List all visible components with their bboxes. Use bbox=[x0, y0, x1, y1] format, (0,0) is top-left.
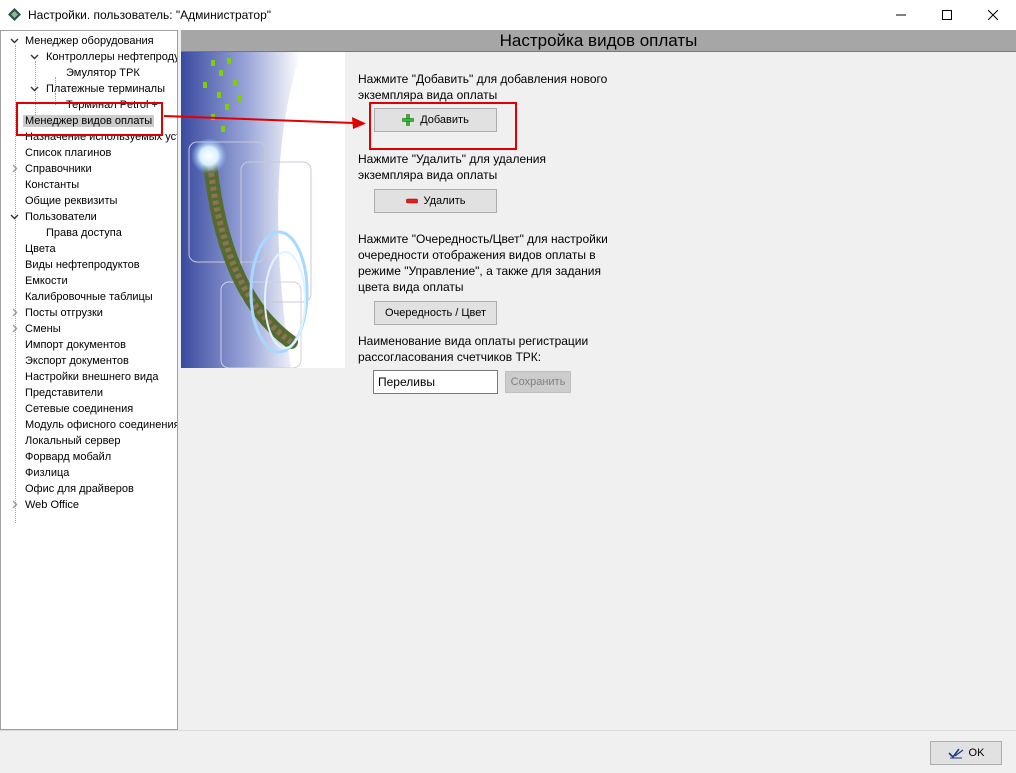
tree-item-fuel-types[interactable]: Виды нефтепродуктов bbox=[1, 257, 142, 273]
tree-item-local-server[interactable]: Локальный сервер bbox=[1, 433, 123, 449]
tree-item-fuel-controllers[interactable]: Контроллеры нефтепродуктов bbox=[1, 49, 177, 65]
orbit-illustration-icon bbox=[181, 52, 345, 368]
tree-item-shifts[interactable]: Смены bbox=[1, 321, 63, 337]
tree-item-device-assignment[interactable]: Назначение используемых устройств bbox=[1, 129, 177, 145]
tree-item-network-connections[interactable]: Сетевые соединения bbox=[1, 401, 135, 417]
tree-item-users[interactable]: Пользователи bbox=[1, 209, 99, 225]
tree-item-plugins[interactable]: Список плагинов bbox=[1, 145, 113, 161]
chevron-right-icon bbox=[12, 164, 18, 173]
tree-item-driver-office[interactable]: Офис для драйверов bbox=[1, 481, 136, 497]
tree-item-representatives[interactable]: Представители bbox=[1, 385, 105, 401]
window-title: Настройки. пользователь: "Администратор" bbox=[28, 8, 272, 22]
tree-item-terminal-petrol[interactable]: Терминал Petrol + bbox=[1, 97, 160, 113]
tree-item-equipment-manager[interactable]: Менеджер оборудования bbox=[1, 33, 156, 49]
tree-item-loading-posts[interactable]: Посты отгрузки bbox=[1, 305, 105, 321]
tree-item-payment-terminals[interactable]: Платежные терминалы bbox=[1, 81, 167, 97]
tree-item-office-connection-module[interactable]: Модуль офисного соединения bbox=[1, 417, 177, 433]
panel-title: Настройка видов оплаты bbox=[181, 30, 1016, 52]
decorative-illustration bbox=[181, 52, 345, 368]
save-button[interactable]: Сохранить bbox=[505, 371, 571, 393]
chevron-down-icon bbox=[30, 54, 39, 60]
tree-item-trk-emulator[interactable]: Эмулятор ТРК bbox=[1, 65, 142, 81]
tree-item-export-documents[interactable]: Экспорт документов bbox=[1, 353, 131, 369]
payment-name-input[interactable] bbox=[373, 370, 498, 394]
tree-item-web-office[interactable]: Web Office bbox=[1, 497, 81, 513]
maximize-icon bbox=[942, 10, 952, 20]
chevron-down-icon bbox=[10, 214, 19, 220]
name-description: Наименование вида оплаты регистрации рас… bbox=[358, 334, 589, 364]
tree-item-common-attributes[interactable]: Общие реквизиты bbox=[1, 193, 119, 209]
close-button[interactable] bbox=[970, 0, 1016, 30]
add-button[interactable]: Добавить bbox=[374, 108, 497, 132]
tree-item-colors[interactable]: Цвета bbox=[1, 241, 58, 257]
chevron-down-icon bbox=[30, 86, 39, 92]
minus-icon bbox=[405, 198, 418, 204]
tree-item-constants[interactable]: Константы bbox=[1, 177, 81, 193]
delete-button-label: Удалить bbox=[423, 195, 466, 207]
tree-item-import-documents[interactable]: Импорт документов bbox=[1, 337, 128, 353]
delete-description: Нажмите "Удалить" для удаления экземпляр… bbox=[358, 152, 546, 182]
tree-item-references[interactable]: Справочники bbox=[1, 161, 94, 177]
tree-item-forward-mobile[interactable]: Форвард мобайл bbox=[1, 449, 113, 465]
tree-item-tanks[interactable]: Емкости bbox=[1, 273, 70, 289]
ok-button-label: OK bbox=[968, 747, 985, 759]
delete-button[interactable]: Удалить bbox=[374, 189, 497, 213]
chevron-right-icon bbox=[12, 500, 18, 509]
add-button-label: Добавить bbox=[420, 114, 469, 126]
tree-item-calibration-tables[interactable]: Калибровочные таблицы bbox=[1, 289, 155, 305]
bottom-bar: OK bbox=[0, 730, 1016, 773]
tree-item-payment-types-manager[interactable]: Менеджер видов оплаты bbox=[1, 113, 155, 129]
plus-icon bbox=[402, 114, 414, 126]
settings-tree[interactable]: Менеджер оборудования Контроллеры нефтеп… bbox=[0, 30, 178, 730]
tree-item-individuals[interactable]: Физлица bbox=[1, 465, 71, 481]
app-diamond-icon bbox=[8, 8, 21, 21]
ok-button[interactable]: OK bbox=[930, 741, 1002, 765]
chevron-right-icon bbox=[12, 308, 18, 317]
save-button-label: Сохранить bbox=[510, 376, 566, 388]
minimize-icon bbox=[896, 14, 906, 16]
title-bar: Настройки. пользователь: "Администратор" bbox=[0, 0, 1016, 30]
order-description: Нажмите "Очередность/Цвет" для настройки… bbox=[358, 232, 608, 294]
check-pen-icon bbox=[947, 748, 963, 759]
tree-item-access-rights[interactable]: Права доступа bbox=[1, 225, 124, 241]
chevron-down-icon bbox=[10, 38, 19, 44]
chevron-right-icon bbox=[12, 324, 18, 333]
maximize-button[interactable] bbox=[924, 0, 970, 30]
close-icon bbox=[988, 10, 998, 20]
tree-item-appearance-settings[interactable]: Настройки внешнего вида bbox=[1, 369, 161, 385]
order-color-button-label: Очередность / Цвет bbox=[384, 307, 487, 319]
order-color-button[interactable]: Очередность / Цвет bbox=[374, 301, 497, 325]
content-panel: Настройка видов оплаты Нажмите "Добавить… bbox=[181, 30, 1016, 730]
add-description: Нажмите "Добавить" для добавления нового… bbox=[358, 72, 608, 102]
minimize-button[interactable] bbox=[878, 0, 924, 30]
